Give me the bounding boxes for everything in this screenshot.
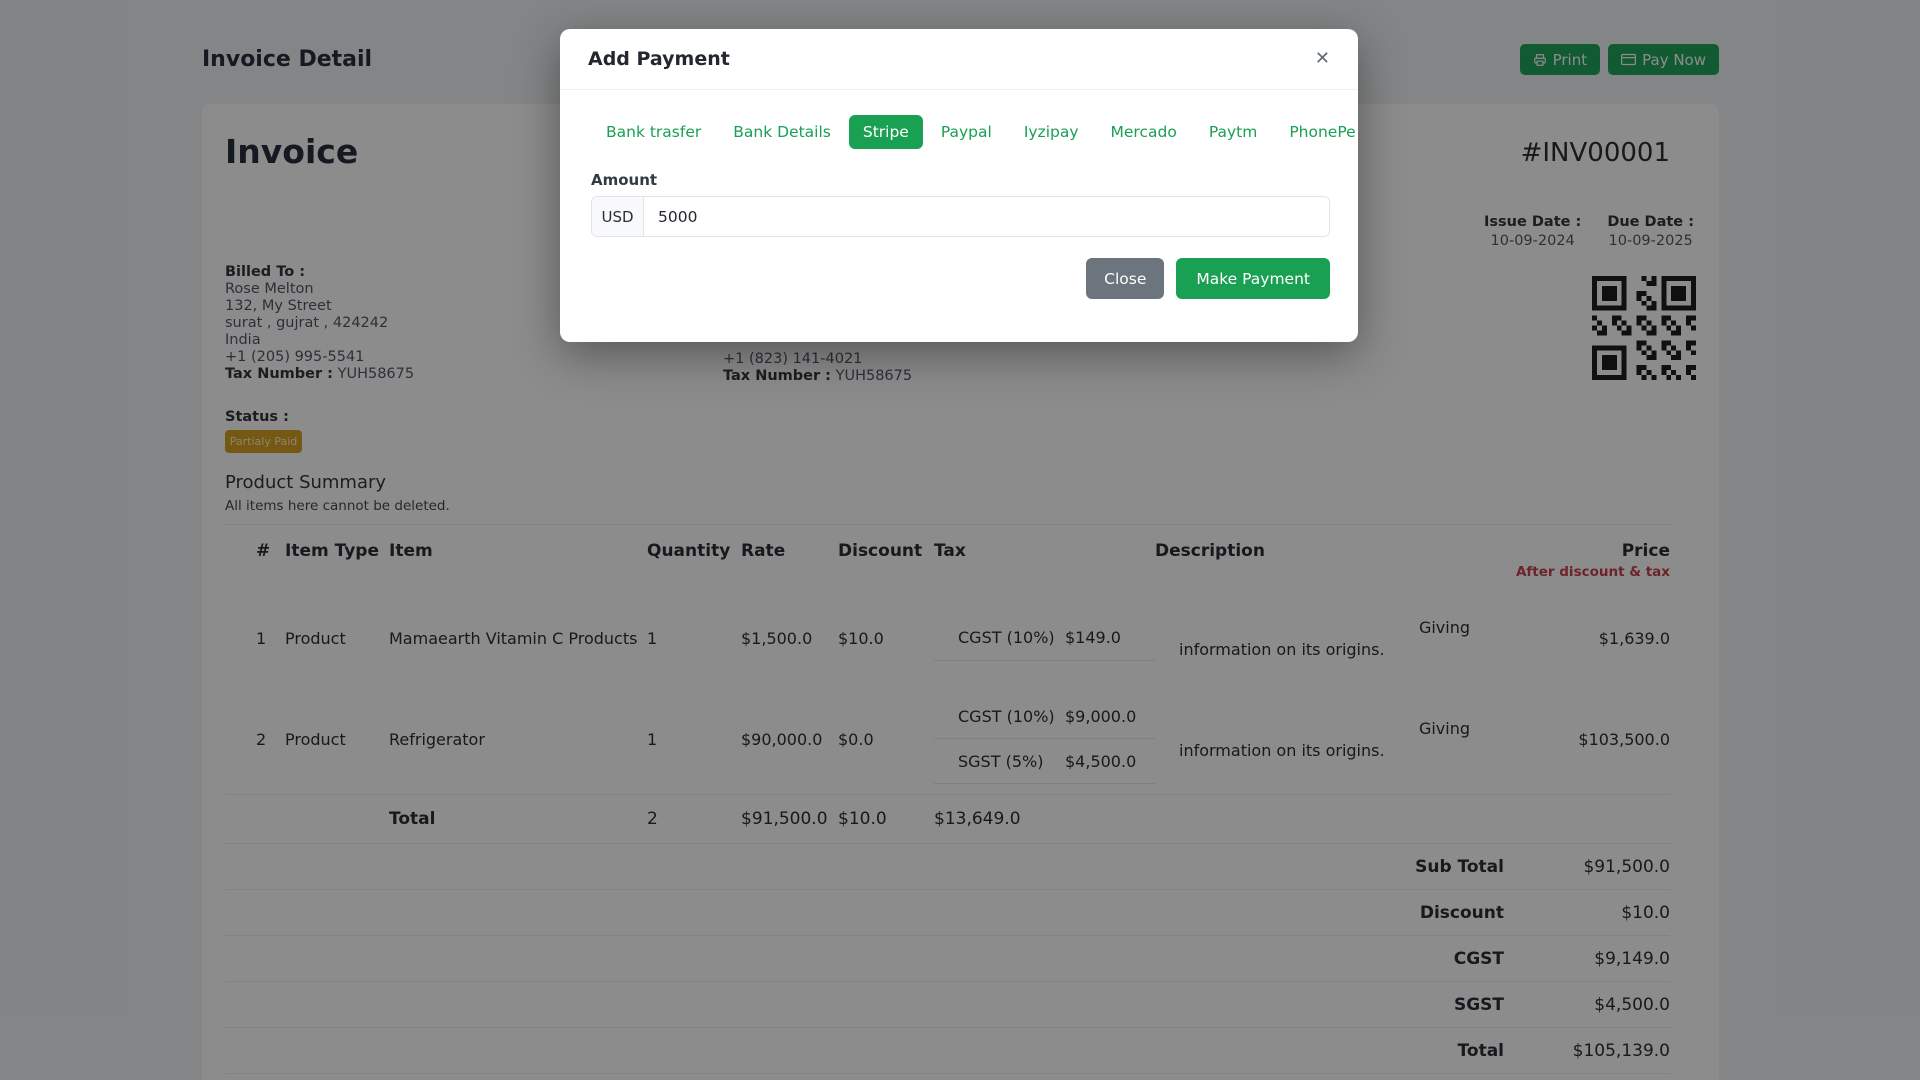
payment-tab-iyzipay[interactable]: Iyzipay	[1010, 115, 1093, 149]
modal-title: Add Payment	[588, 48, 730, 70]
close-button[interactable]: Close	[1086, 258, 1165, 299]
payment-tab-paytm[interactable]: Paytm	[1195, 115, 1272, 149]
amount-input[interactable]	[644, 197, 1329, 236]
payment-method-tabs: Bank trasfer Bank Details Stripe Paypal Iyzi…	[560, 90, 1358, 149]
payment-tab-bank-details[interactable]: Bank Details	[719, 115, 845, 149]
payment-tab-bank-trasfer[interactable]: Bank trasfer	[592, 115, 715, 149]
close-icon[interactable]: ✕	[1315, 50, 1330, 68]
amount-label: Amount	[591, 171, 658, 189]
payment-tab-phonepe[interactable]: PhonePe	[1275, 115, 1369, 149]
modal-header: Add Payment ✕	[560, 29, 1358, 90]
amount-input-group: USD	[591, 196, 1330, 237]
payment-tab-paypal[interactable]: Paypal	[927, 115, 1006, 149]
modal-actions: Close Make Payment	[560, 258, 1330, 299]
payment-tab-mercado[interactable]: Mercado	[1097, 115, 1191, 149]
make-payment-button[interactable]: Make Payment	[1176, 258, 1330, 299]
payment-tab-stripe[interactable]: Stripe	[848, 115, 923, 149]
add-payment-modal: Add Payment ✕ Bank trasfer Bank Details St…	[560, 29, 1358, 342]
currency-addon: USD	[592, 197, 644, 236]
